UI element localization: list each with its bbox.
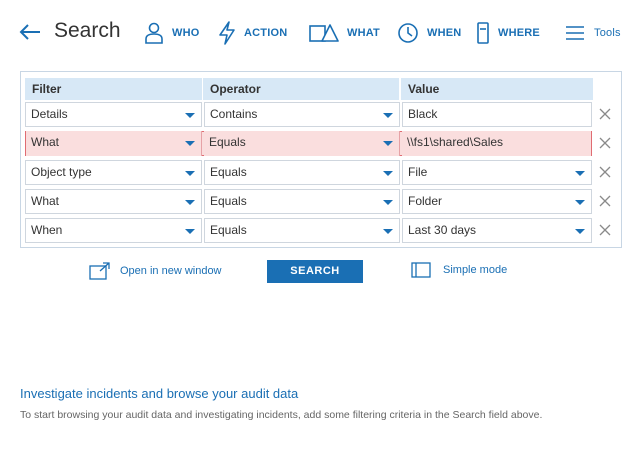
value-input[interactable]: Black bbox=[402, 102, 592, 127]
nav-action-label: ACTION bbox=[244, 27, 288, 39]
filter-select-value: Object type bbox=[31, 165, 92, 179]
value-select-value: File bbox=[408, 165, 428, 179]
filter-select[interactable]: What bbox=[26, 131, 202, 156]
operator-select-value: Equals bbox=[210, 165, 247, 179]
column-header-value: Value bbox=[401, 78, 593, 100]
dropdown-caret-icon bbox=[383, 200, 393, 205]
filter-select-value: Details bbox=[31, 107, 68, 121]
search-button[interactable]: SEARCH bbox=[267, 260, 363, 283]
operator-select-value: Contains bbox=[210, 107, 258, 121]
operator-select[interactable]: Equals bbox=[204, 131, 400, 156]
column-header-operator: Operator bbox=[203, 78, 399, 100]
dropdown-caret-icon bbox=[383, 113, 393, 118]
value-input-text: \\fs1\shared\Sales bbox=[407, 135, 504, 149]
nav-when-label: WHEN bbox=[427, 27, 462, 39]
dropdown-caret-icon bbox=[575, 171, 585, 176]
clock-icon bbox=[398, 23, 418, 43]
nav-where-label: WHERE bbox=[498, 27, 540, 39]
filter-select-value: What bbox=[31, 194, 60, 208]
lightning-icon bbox=[219, 21, 235, 45]
operator-select[interactable]: Equals bbox=[204, 160, 400, 185]
page-title: Search bbox=[54, 19, 121, 42]
open-new-window-link[interactable]: Open in new window bbox=[89, 262, 222, 280]
nav-who-label: WHO bbox=[172, 27, 200, 39]
filter-panel: Filter Operator Value Details Contains B… bbox=[20, 71, 622, 248]
remove-filter-icon[interactable] bbox=[597, 106, 613, 122]
remove-filter-icon[interactable] bbox=[597, 222, 613, 238]
operator-select-value: Equals bbox=[209, 135, 246, 149]
value-input[interactable]: \\fs1\shared\Sales bbox=[402, 131, 591, 156]
filter-select[interactable]: What bbox=[25, 189, 202, 214]
operator-select-value: Equals bbox=[210, 194, 247, 208]
dropdown-caret-icon bbox=[383, 171, 393, 176]
remove-filter-icon[interactable] bbox=[597, 193, 613, 209]
filter-select[interactable]: When bbox=[25, 218, 202, 243]
filter-select-value: What bbox=[31, 135, 60, 149]
column-header-filter: Filter bbox=[25, 78, 202, 100]
operator-select-value: Equals bbox=[210, 223, 247, 237]
dropdown-caret-icon bbox=[383, 141, 393, 146]
nav-what[interactable]: WHAT bbox=[309, 20, 380, 46]
filter-select[interactable]: Details bbox=[25, 102, 202, 127]
server-icon bbox=[477, 22, 489, 44]
info-text: To start browsing your audit data and in… bbox=[20, 409, 543, 421]
value-select[interactable]: File bbox=[402, 160, 592, 185]
panel-icon bbox=[411, 262, 431, 278]
nav-what-label: WHAT bbox=[347, 27, 380, 39]
back-arrow-icon[interactable] bbox=[18, 20, 42, 44]
dropdown-caret-icon bbox=[185, 200, 195, 205]
filter-select[interactable]: Object type bbox=[25, 160, 202, 185]
open-new-window-label: Open in new window bbox=[120, 265, 222, 277]
value-select-value: Folder bbox=[408, 194, 443, 208]
operator-select[interactable]: Equals bbox=[204, 218, 400, 243]
dropdown-caret-icon bbox=[575, 229, 585, 234]
nav-where[interactable]: WHERE bbox=[476, 20, 540, 46]
value-input-text: Black bbox=[408, 107, 438, 121]
dropdown-caret-icon bbox=[185, 113, 195, 118]
operator-select[interactable]: Equals bbox=[204, 189, 400, 214]
remove-filter-icon[interactable] bbox=[597, 135, 613, 151]
top-bar: Search WHO ACTION WHAT WHEN WHERE Tools bbox=[0, 0, 640, 66]
dropdown-caret-icon bbox=[575, 200, 585, 205]
nav-who[interactable]: WHO bbox=[144, 20, 199, 46]
operator-select[interactable]: Contains bbox=[204, 102, 400, 127]
dropdown-caret-icon bbox=[383, 229, 393, 234]
shapes-icon bbox=[309, 24, 339, 42]
value-select-value: Last 30 days bbox=[408, 223, 477, 237]
dropdown-caret-icon bbox=[185, 141, 195, 146]
value-select[interactable]: Last 30 days bbox=[402, 218, 592, 243]
simple-mode-link[interactable]: Simple mode bbox=[411, 262, 507, 278]
simple-mode-label: Simple mode bbox=[443, 264, 508, 276]
tools-menu[interactable]: Tools bbox=[566, 20, 621, 46]
filter-select-value: When bbox=[31, 223, 63, 237]
tools-label: Tools bbox=[594, 27, 621, 39]
nav-when[interactable]: WHEN bbox=[397, 20, 461, 46]
info-heading: Investigate incidents and browse your au… bbox=[20, 386, 299, 401]
hamburger-icon bbox=[566, 26, 584, 40]
person-icon bbox=[145, 22, 163, 44]
external-window-icon bbox=[89, 262, 110, 280]
value-select[interactable]: Folder bbox=[402, 189, 592, 214]
dropdown-caret-icon bbox=[185, 229, 195, 234]
remove-filter-icon[interactable] bbox=[597, 164, 613, 180]
nav-action[interactable]: ACTION bbox=[218, 20, 287, 46]
dropdown-caret-icon bbox=[185, 171, 195, 176]
